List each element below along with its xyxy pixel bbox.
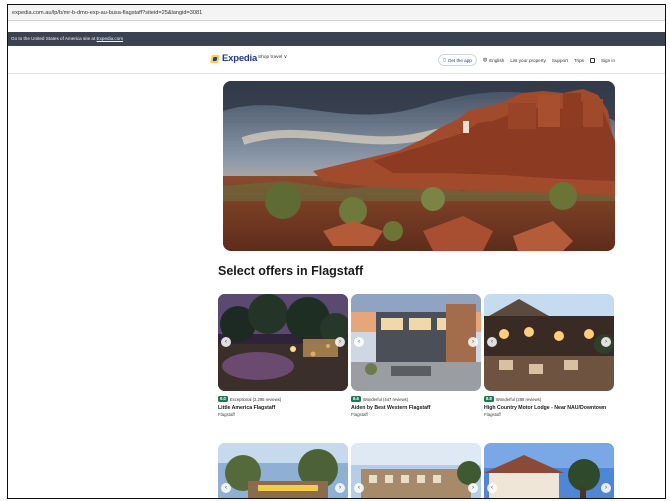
locale-notice-banner: Go to the United States of America site … bbox=[8, 32, 665, 46]
hotel-photo-image bbox=[484, 443, 614, 498]
hotel-photo[interactable]: ‹ › bbox=[351, 443, 481, 498]
next-photo-button[interactable]: › bbox=[468, 337, 478, 347]
next-photo-button[interactable]: › bbox=[335, 337, 345, 347]
inbox-button[interactable] bbox=[589, 57, 595, 63]
notice-text: Go to the United States of America site … bbox=[11, 36, 96, 41]
rating-score: 9.0 bbox=[218, 396, 228, 402]
hotel-card[interactable]: ‹ › 8.6 Wonderful (447 reviews) Aiden by… bbox=[351, 294, 481, 417]
next-photo-button[interactable]: › bbox=[601, 483, 611, 493]
hotel-card[interactable]: ‹ › 8.8 Wonderful (288 reviews) High Cou… bbox=[484, 294, 614, 417]
brand-name: Expedia bbox=[222, 53, 258, 64]
hotel-name[interactable]: Little America Flagstaff bbox=[218, 405, 348, 411]
rating-text: Exceptional (2,295 reviews) bbox=[229, 396, 282, 402]
phone-icon: ▯ bbox=[443, 57, 446, 62]
hotel-name[interactable]: High Country Motor Lodge - Near NAU/Down… bbox=[484, 405, 614, 411]
notice-link[interactable]: Expedia.com bbox=[97, 36, 124, 41]
rating-row: 9.0 Exceptional (2,295 reviews) bbox=[218, 396, 348, 402]
language-label: English bbox=[489, 57, 505, 63]
address-bar[interactable]: expedia.com.au/lp/b/mr-b-dmo-exp-au-busa… bbox=[8, 5, 665, 21]
hotel-photo[interactable]: ‹ › bbox=[484, 294, 614, 391]
hotel-location: Flagstaff bbox=[484, 412, 501, 417]
expedia-logo-icon bbox=[210, 54, 220, 63]
globe-icon: ◍ bbox=[482, 57, 488, 63]
wupatki-ruins-photo bbox=[223, 81, 615, 251]
previous-photo-button[interactable]: ‹ bbox=[354, 483, 364, 493]
next-photo-button[interactable]: › bbox=[335, 483, 345, 493]
sign-in-link[interactable]: Sign in bbox=[601, 58, 615, 63]
previous-photo-button[interactable]: ‹ bbox=[221, 483, 231, 493]
hotel-photo[interactable]: ‹ › bbox=[218, 443, 348, 498]
previous-photo-button[interactable]: ‹ bbox=[354, 337, 364, 347]
top-navigation: Expedia Shop travel ∨ ▯ Get the app ◍ En… bbox=[8, 46, 665, 74]
rating-text: Wonderful (447 reviews) bbox=[362, 396, 409, 402]
url-text: expedia.com.au/lp/b/mr-b-dmo-exp-au-busa… bbox=[12, 10, 203, 16]
hotel-photo-image bbox=[218, 443, 348, 498]
rating-text: Wonderful (288 reviews) bbox=[495, 396, 542, 402]
high-country-photo bbox=[484, 294, 614, 391]
message-icon bbox=[589, 57, 595, 63]
previous-photo-button[interactable]: ‹ bbox=[487, 337, 497, 347]
rating-row: 8.6 Wonderful (447 reviews) bbox=[351, 396, 481, 402]
hotel-name[interactable]: Aiden by Best Western Flagstaff bbox=[351, 405, 481, 411]
trips-link[interactable]: Trips bbox=[574, 58, 584, 63]
expedia-logo[interactable]: Expedia bbox=[210, 53, 258, 64]
section-title: Select offers in Flagstaff bbox=[218, 264, 364, 278]
language-selector[interactable]: ◍ English bbox=[483, 57, 504, 63]
aiden-photo bbox=[351, 294, 481, 391]
nav-actions: ▯ Get the app ◍ English List your proper… bbox=[438, 54, 615, 66]
hotel-location: Flagstaff bbox=[351, 412, 368, 417]
hotel-photo[interactable]: ‹ › bbox=[218, 294, 348, 391]
hero-image bbox=[223, 81, 615, 251]
support-link[interactable]: Support bbox=[552, 58, 568, 63]
rating-score: 8.6 bbox=[351, 396, 361, 402]
hotel-photo[interactable]: ‹ › bbox=[484, 443, 614, 498]
hotel-location: Flagstaff bbox=[218, 412, 235, 417]
next-photo-button[interactable]: › bbox=[468, 483, 478, 493]
hotel-photo-image bbox=[351, 443, 481, 498]
get-app-label: Get the app bbox=[447, 57, 472, 63]
little-america-photo bbox=[218, 294, 348, 391]
hotel-card[interactable]: ‹ › bbox=[351, 443, 481, 498]
hotel-card[interactable]: ‹ › bbox=[218, 443, 348, 498]
next-photo-button[interactable]: › bbox=[601, 337, 611, 347]
previous-photo-button[interactable]: ‹ bbox=[487, 483, 497, 493]
hotel-card[interactable]: ‹ › 9.0 Exceptional (2,295 reviews) Litt… bbox=[218, 294, 348, 417]
shop-travel-menu[interactable]: Shop travel ∨ bbox=[258, 55, 287, 60]
hotel-photo[interactable]: ‹ › bbox=[351, 294, 481, 391]
browser-window: expedia.com.au/lp/b/mr-b-dmo-exp-au-busa… bbox=[7, 4, 666, 499]
previous-photo-button[interactable]: ‹ bbox=[221, 337, 231, 347]
rating-row: 8.8 Wonderful (288 reviews) bbox=[484, 396, 614, 402]
hotel-card[interactable]: ‹ › bbox=[484, 443, 614, 498]
get-app-button[interactable]: ▯ Get the app bbox=[438, 54, 477, 66]
list-property-link[interactable]: List your property bbox=[510, 58, 546, 63]
rating-score: 8.8 bbox=[484, 396, 494, 402]
